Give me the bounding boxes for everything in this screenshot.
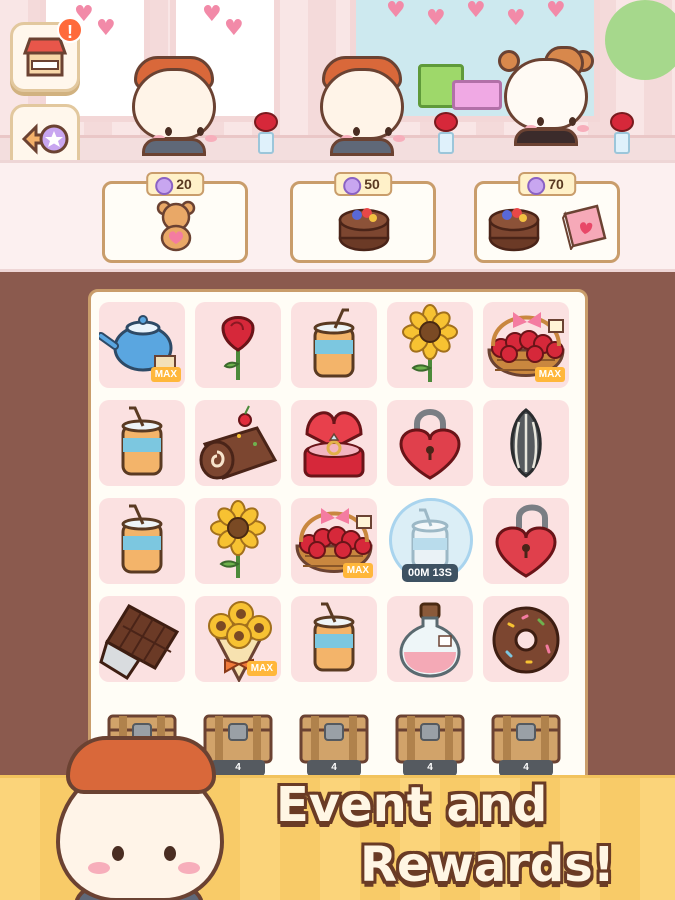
board-cell[interactable] [195, 302, 281, 388]
chocolate-cake-icon [338, 208, 390, 252]
order-cost: 70 [518, 172, 576, 196]
shop-scene: ♥ ♥ ♥ ♥ ♥ ♥ ♥ ♥ ♥ [0, 0, 675, 160]
heart-decoration: ♥ [506, 6, 526, 31]
board-cell[interactable] [387, 596, 473, 682]
board-cell[interactable] [483, 400, 569, 486]
board-cell[interactable] [195, 400, 281, 486]
max-badge: MAX [534, 367, 565, 382]
timer-badge: 00M 13S [401, 564, 459, 582]
order-cost: 20 [146, 172, 204, 196]
locked-chest-cell[interactable]: 4 [483, 694, 569, 780]
board-cell[interactable] [291, 302, 377, 388]
ring-box-icon [303, 411, 365, 478]
order-card[interactable]: 20 [102, 172, 248, 263]
heart-decoration: ♥ [546, 0, 566, 23]
rose-vase [608, 112, 636, 156]
banner-title-line2: Rewards! [360, 837, 615, 893]
board-cell[interactable] [291, 400, 377, 486]
hamster-customer[interactable] [124, 54, 224, 156]
heart-decoration: ♥ [224, 16, 244, 41]
drink-cup-icon [121, 406, 163, 476]
hamster-mascot [52, 736, 227, 900]
orders-strip: 20 50 70 [0, 160, 675, 272]
rose-vase [432, 112, 460, 156]
heart-decoration: ♥ [426, 6, 446, 31]
rose-icon [221, 316, 255, 380]
board-cell[interactable]: MAX [483, 302, 569, 388]
board-cell[interactable]: MAX [97, 302, 185, 388]
heart-decoration: ♥ [202, 2, 222, 27]
drink-cup-icon [313, 602, 355, 672]
board-cell[interactable]: MAX [291, 498, 377, 584]
chest-count: 4 [307, 760, 361, 776]
drink-cup-icon [313, 308, 355, 378]
love-book-icon [561, 204, 607, 250]
board-cell[interactable] [99, 596, 185, 682]
swiss-roll-icon [199, 405, 278, 480]
chest-count: 4 [403, 760, 457, 776]
swap-icon [21, 123, 69, 155]
teddy-bear-icon [156, 200, 196, 252]
sunflower-icon [210, 500, 266, 578]
heart-lock-icon [495, 504, 557, 578]
chocolate-cake-icon [488, 208, 540, 252]
heart-decoration: ♥ [386, 0, 406, 23]
board-cell[interactable] [99, 400, 185, 486]
guinea-pig-customer[interactable] [496, 44, 596, 146]
order-cost: 50 [334, 172, 392, 196]
notification-badge: ! [57, 17, 83, 43]
rose-vase [252, 112, 280, 156]
board-cell[interactable] [99, 498, 185, 584]
chocolate-bar-icon [99, 604, 180, 681]
board-cell[interactable] [195, 498, 281, 584]
locked-chest-cell[interactable]: 4 [387, 694, 473, 780]
merge-board: MAX MAX MAX 00M 13S MAX 4 4 4 4 [88, 289, 588, 809]
board-cell[interactable] [483, 498, 569, 584]
banner-title-line1: Event and [276, 777, 548, 833]
board-cell[interactable] [387, 302, 473, 388]
hamster-customer[interactable] [312, 54, 412, 156]
board-cell[interactable] [387, 400, 473, 486]
order-card[interactable]: 70 [474, 172, 620, 263]
drink-cup-icon [121, 504, 163, 574]
board-cell[interactable] [291, 596, 377, 682]
max-badge: MAX [246, 661, 277, 676]
sunflower-icon [402, 304, 458, 382]
board-cell[interactable]: 00M 13S [387, 498, 473, 584]
board-cell[interactable] [483, 596, 569, 682]
sunflower-seed-icon [510, 408, 542, 478]
shop-icon [22, 37, 68, 77]
tree-decoration [605, 0, 675, 80]
shop-button[interactable]: ! [10, 17, 83, 92]
heart-decoration: ♥ [96, 16, 116, 41]
locked-chest-cell[interactable]: 4 [291, 694, 377, 780]
gift-box [452, 80, 502, 110]
max-badge: MAX [342, 563, 373, 578]
heart-decoration: ♥ [466, 0, 486, 23]
donut-icon [492, 606, 560, 674]
potion-bottle-icon [399, 602, 461, 678]
heart-lock-icon [399, 409, 461, 480]
board-cell[interactable]: MAX [195, 596, 281, 684]
order-card[interactable]: 50 [290, 172, 436, 263]
max-badge: MAX [150, 367, 181, 382]
chest-count: 4 [499, 760, 553, 776]
